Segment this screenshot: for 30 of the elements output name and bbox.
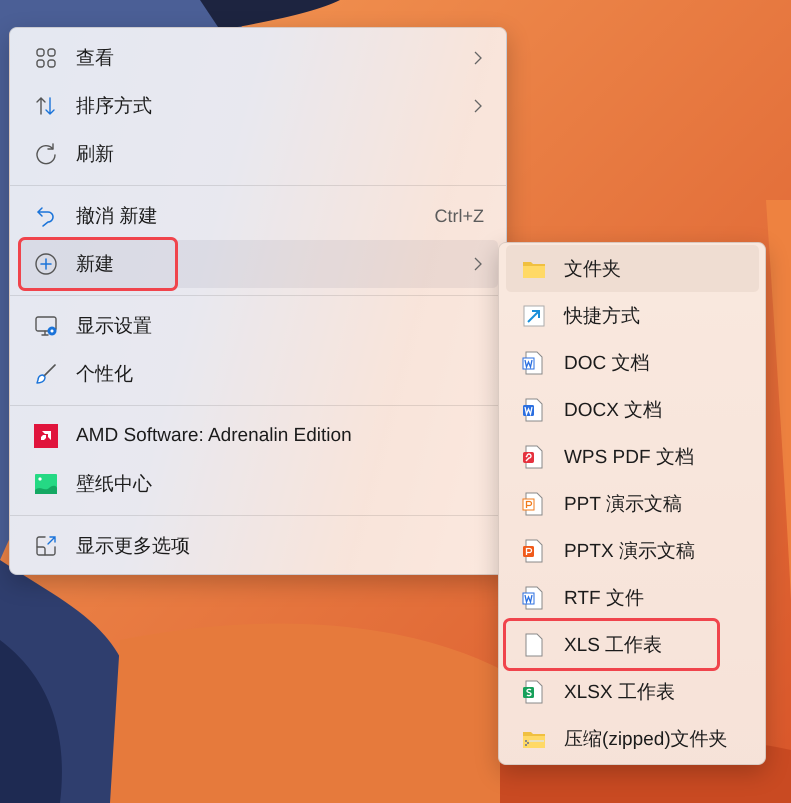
menu-item[interactable]: 壁纸中心 <box>18 460 498 508</box>
menu-item[interactable]: 排序方式 <box>18 82 498 130</box>
image-icon <box>34 472 58 496</box>
menu-item[interactable]: 个性化 <box>18 350 498 398</box>
plus-circle-icon <box>34 252 58 276</box>
menu-item[interactable]: WPS PDF 文档 <box>506 433 759 480</box>
menu-item[interactable]: 显示设置 <box>18 302 498 350</box>
menu-item[interactable]: XLS 工作表 <box>506 621 759 668</box>
menu-item[interactable]: 快捷方式 <box>506 292 759 339</box>
menu-item[interactable]: DOC 文档 <box>506 339 759 386</box>
menu-item[interactable]: 文件夹 <box>506 245 759 292</box>
menu-item[interactable]: DOCX 文档 <box>506 386 759 433</box>
shortcut-label: Ctrl+Z <box>434 206 484 226</box>
menu-item[interactable]: PPTX 演示文稿 <box>506 527 759 574</box>
menu-item[interactable]: 压缩(zipped)文件夹 <box>506 715 759 762</box>
menu-item[interactable]: 新建 <box>18 240 498 288</box>
menu-item[interactable]: 撤消 新建 Ctrl+Z <box>18 192 498 240</box>
menu-item[interactable]: 显示更多选项 <box>18 522 498 570</box>
monitor-gear-icon <box>34 314 58 338</box>
menu-item[interactable]: RTF 文件 <box>506 574 759 621</box>
menu-item[interactable]: XLSX 工作表 <box>506 668 759 715</box>
menu-item[interactable]: PPT 演示文稿 <box>506 480 759 527</box>
grid-icon <box>34 46 58 70</box>
menu-item[interactable]: 刷新 <box>18 130 498 178</box>
refresh-icon <box>34 142 58 166</box>
menu-item[interactable]: 查看 <box>18 34 498 82</box>
menu-item[interactable]: AMD Software: Adrenalin Edition <box>18 412 498 460</box>
square-arrow-icon <box>34 534 58 558</box>
brush-icon <box>34 362 58 386</box>
app-logo-icon <box>34 424 58 448</box>
